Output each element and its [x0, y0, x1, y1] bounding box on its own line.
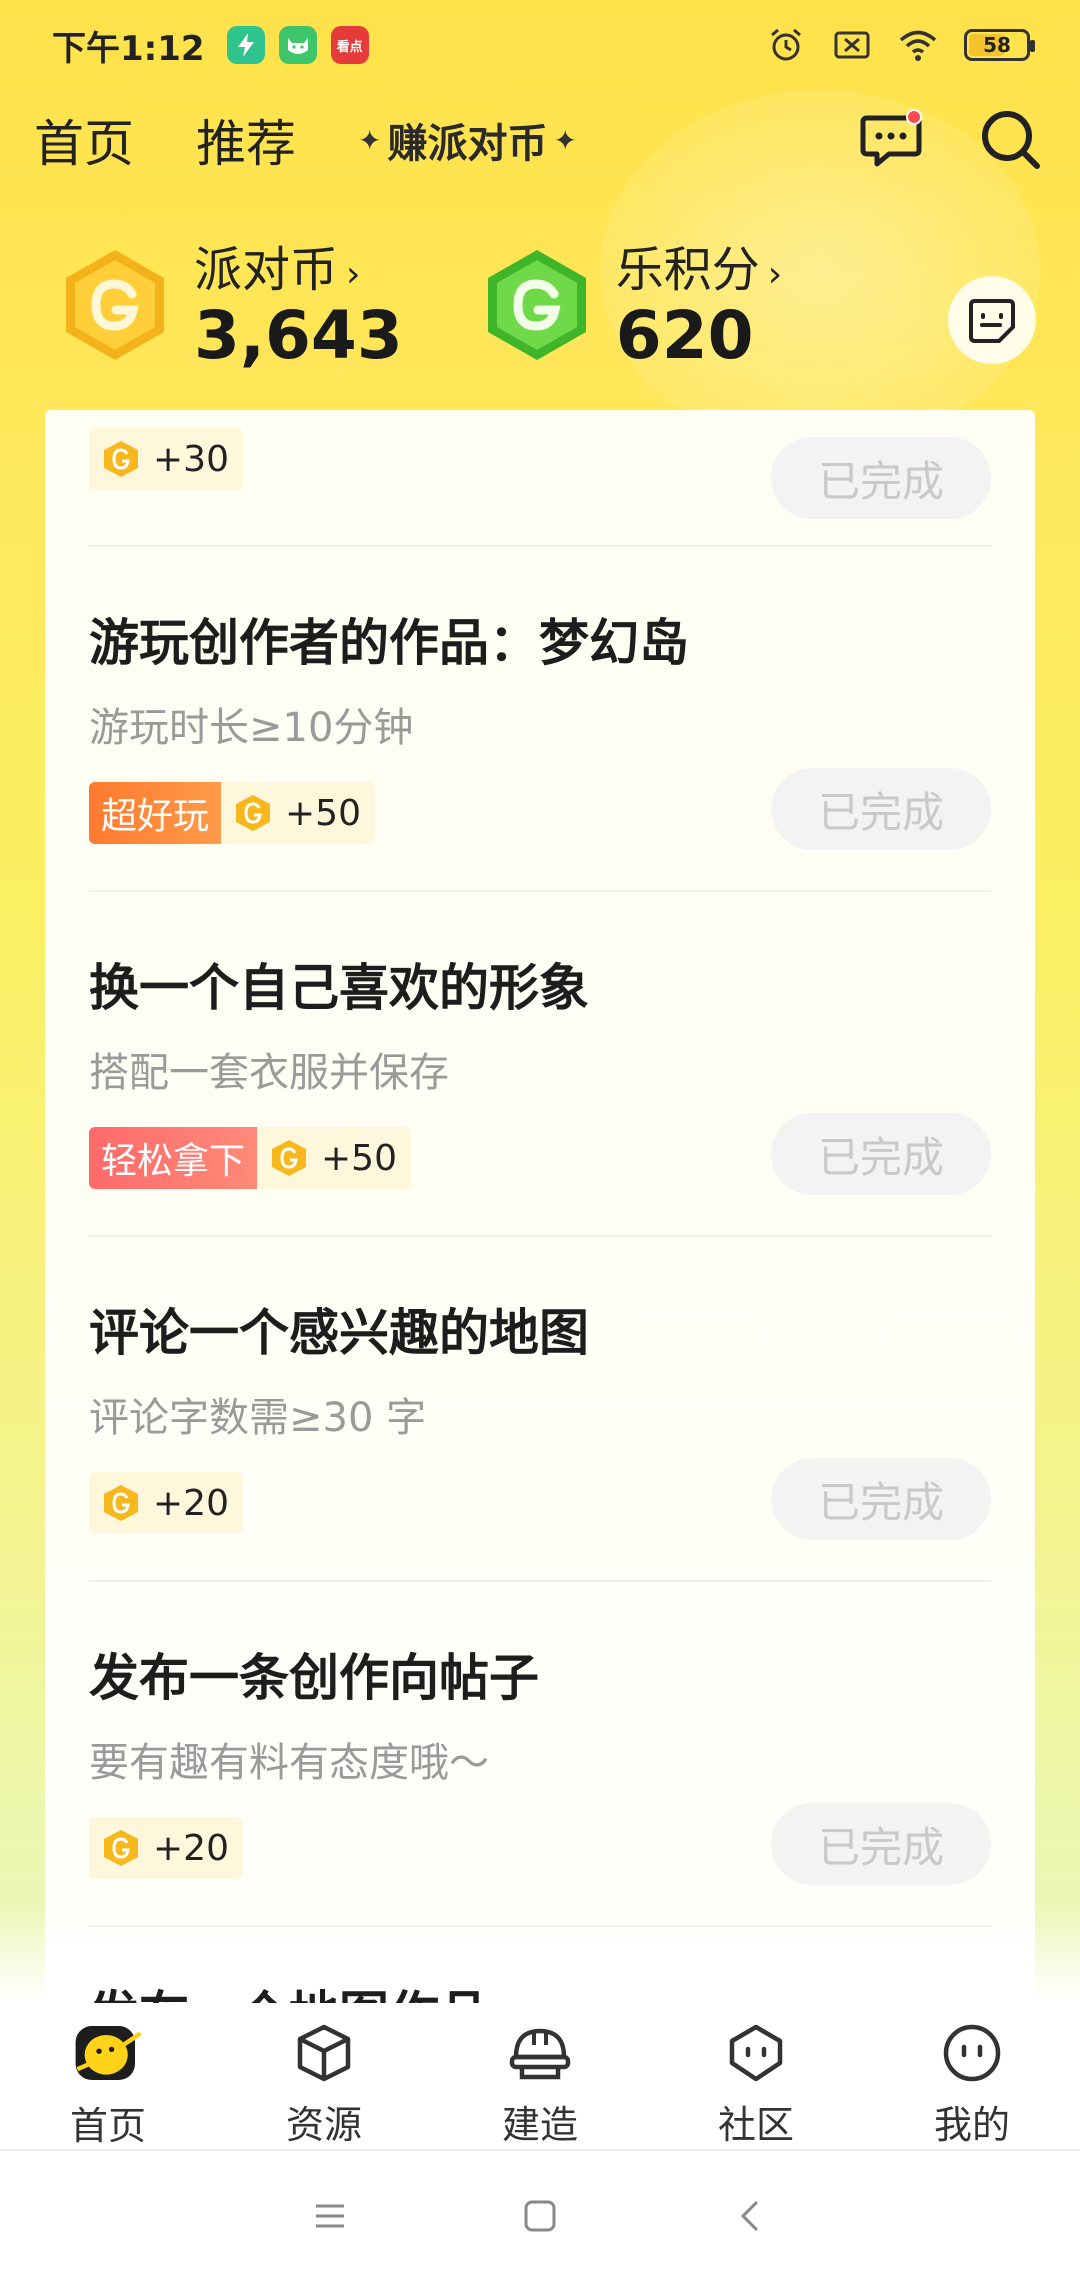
power-app-icon [226, 26, 265, 64]
task-item: 发布一条创作向帖子 要有趣有料有态度哦～ +20 已完成 [45, 1582, 1035, 1925]
le-points-balance[interactable]: 乐积分 › 620 [478, 242, 782, 369]
nav-label: 社区 [717, 2103, 794, 2147]
cat-app-icon [278, 26, 317, 64]
home-planet-icon [72, 2017, 144, 2089]
completed-button[interactable]: 已完成 [771, 1458, 991, 1540]
coin-reward: +50 [257, 1127, 411, 1189]
le-points-label: 乐积分 [615, 241, 760, 298]
coin-icon [104, 1830, 138, 1866]
task-tag: 轻松拿下 [89, 1127, 258, 1189]
reward-amount: +30 [153, 438, 229, 480]
nav-label: 建造 [501, 2103, 578, 2147]
home-button[interactable] [520, 2196, 560, 2236]
completed-button[interactable]: 已完成 [771, 437, 991, 519]
balance-section: 派对币 › 3,643 乐积分 › 620 [0, 235, 1080, 375]
chevron-right-icon: › [346, 253, 361, 295]
back-button[interactable] [730, 2196, 770, 2236]
bottom-nav: 首页 资源 建造 社区 我的 [0, 2003, 1080, 2151]
nav-build[interactable]: 建造 [432, 2003, 648, 2149]
task-title: 换一个自己喜欢的形象 [89, 959, 589, 1017]
le-points-icon [487, 250, 586, 360]
completed-button[interactable]: 已完成 [771, 1113, 991, 1195]
sticker-face-icon [969, 299, 1015, 343]
task-title: 发布一条创作向帖子 [89, 1649, 539, 1707]
coin-reward: +20 [89, 1817, 243, 1879]
status-bar: 下午1:12 看点 58 [0, 0, 1080, 90]
sparkle-icon: ✦ [553, 123, 577, 157]
news-app-icon: 看点 [330, 26, 369, 64]
messages-button[interactable] [856, 105, 926, 175]
tab-home[interactable]: 首页 [34, 104, 134, 176]
community-icon [720, 2017, 792, 2088]
top-nav: 首页 推荐 ✦ 赚派对币 ✦ [0, 95, 1080, 185]
task-title: 游玩创作者的作品：梦幻岛 [89, 614, 689, 672]
sticker-button[interactable] [948, 276, 1036, 364]
square-icon [524, 2200, 556, 2232]
reward-amount: +20 [153, 1482, 229, 1524]
le-points-value: 620 [615, 296, 754, 374]
task-item: 发布一个地图作品 [45, 1927, 1035, 2010]
system-nav-bar [0, 2152, 1080, 2280]
task-item: +30 已完成 [45, 410, 1035, 545]
task-subtitle: 要有趣有料有态度哦～ [89, 1740, 489, 1786]
party-coin-balance[interactable]: 派对币 › 3,643 [56, 242, 403, 369]
task-subtitle: 评论字数需≥30 字 [89, 1395, 427, 1441]
helmet-icon [504, 2017, 576, 2088]
tab-recommend[interactable]: 推荐 [196, 104, 296, 176]
party-coin-value: 3,643 [194, 296, 403, 374]
task-rewards: +20 [89, 1472, 243, 1534]
task-list: +30 已完成 游玩创作者的作品：梦幻岛 游玩时长≥10分钟 超好玩 +50 已… [45, 410, 1035, 2010]
coin-icon [236, 795, 271, 831]
task-rewards: 超好玩 +50 [89, 782, 375, 844]
coin-icon [104, 441, 138, 477]
task-subtitle: 游玩时长≥10分钟 [89, 705, 414, 751]
task-subtitle: 搭配一套衣服并保存 [89, 1050, 449, 1096]
reward-amount: +20 [153, 1827, 229, 1869]
wifi-icon [899, 30, 937, 61]
menu-lines-icon [316, 2204, 344, 2228]
nav-home[interactable]: 首页 [0, 2003, 216, 2149]
battery-indicator: 58 [964, 29, 1035, 61]
nav-resources[interactable]: 资源 [216, 2003, 432, 2149]
task-rewards: 轻松拿下 +50 [89, 1127, 411, 1189]
completed-button[interactable]: 已完成 [771, 1803, 991, 1885]
sparkle-icon: ✦ [358, 123, 382, 157]
task-rewards: +20 [89, 1817, 243, 1879]
search-button[interactable] [976, 105, 1046, 175]
coin-icon [272, 1140, 307, 1176]
task-rewards: +30 [89, 428, 243, 490]
cube-icon [288, 2017, 360, 2088]
nav-label: 我的 [933, 2103, 1010, 2147]
profile-icon [936, 2017, 1008, 2088]
coin-reward: +50 [221, 782, 375, 844]
alarm-icon [771, 28, 801, 61]
task-tag: 超好玩 [89, 782, 222, 844]
coin-reward: +30 [89, 428, 243, 490]
coin-reward: +20 [89, 1472, 243, 1534]
back-arrow-icon [740, 2200, 759, 2232]
task-item: 评论一个感兴趣的地图 评论字数需≥30 字 +20 已完成 [45, 1237, 1035, 1580]
notification-dot [906, 109, 922, 125]
status-time: 下午1:12 [52, 28, 205, 69]
nav-community[interactable]: 社区 [648, 2003, 864, 2149]
tab-earn-coins[interactable]: ✦ 赚派对币 ✦ [358, 111, 577, 169]
task-title: 评论一个感兴趣的地图 [89, 1304, 589, 1362]
nav-profile[interactable]: 我的 [864, 2003, 1080, 2149]
chevron-right-icon: › [767, 253, 783, 295]
search-icon [982, 111, 1040, 169]
nav-label: 资源 [285, 2103, 362, 2147]
task-item: 游玩创作者的作品：梦幻岛 游玩时长≥10分钟 超好玩 +50 已完成 [45, 547, 1035, 890]
sim-off-icon [834, 31, 870, 59]
party-coin-label: 派对币 [194, 241, 339, 298]
coin-icon [104, 1485, 138, 1521]
reward-amount: +50 [321, 1137, 397, 1179]
reward-amount: +50 [285, 792, 361, 834]
earn-label: 赚派对币 [387, 121, 548, 167]
completed-button[interactable]: 已完成 [771, 768, 991, 850]
task-item: 换一个自己喜欢的形象 搭配一套衣服并保存 轻松拿下 +50 已完成 [45, 892, 1035, 1235]
nav-label: 首页 [69, 2104, 146, 2148]
menu-button[interactable] [310, 2196, 350, 2236]
party-coin-icon [66, 250, 164, 360]
